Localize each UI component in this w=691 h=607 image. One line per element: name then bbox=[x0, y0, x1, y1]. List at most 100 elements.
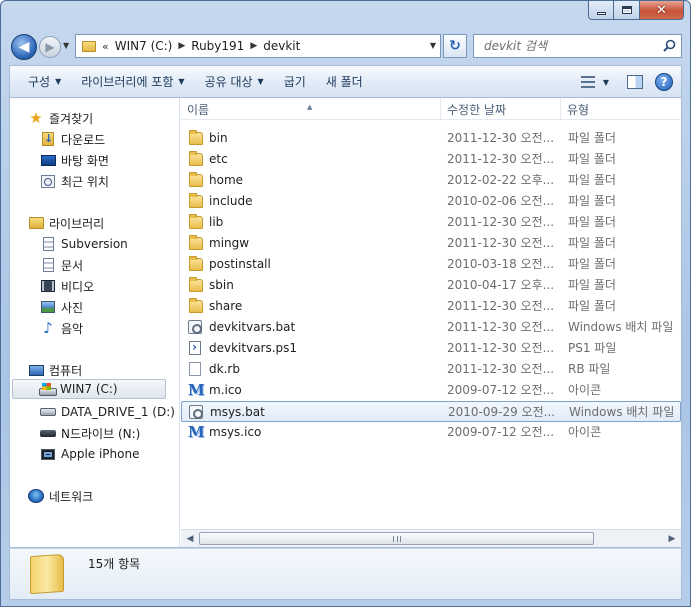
file-row[interactable]: share 2011-12-30 오전... 파일 폴더 bbox=[181, 296, 681, 317]
file-name: devkitvars.ps1 bbox=[209, 341, 298, 355]
breadcrumb-ruby191[interactable]: Ruby191 bbox=[191, 39, 244, 53]
library-icon bbox=[28, 215, 44, 231]
file-date: 2011-12-30 오전... bbox=[447, 299, 555, 313]
column-header-date[interactable]: 수정한 날짜 bbox=[441, 98, 561, 120]
nav-libraries[interactable]: 라이브러리 bbox=[28, 213, 104, 233]
breadcrumb-separator-icon[interactable]: ▶ bbox=[250, 41, 257, 51]
file-row[interactable]: bin 2011-12-30 오전... 파일 폴더 bbox=[181, 128, 681, 149]
include-in-library-menu[interactable]: 라이브러리에 포함 ▼ bbox=[71, 70, 194, 94]
share-with-menu[interactable]: 공유 대상 ▼ bbox=[195, 70, 274, 94]
nav-subversion[interactable]: Subversion bbox=[40, 234, 128, 254]
column-header-name[interactable]: ▲ 이름 bbox=[181, 98, 441, 120]
share-label: 공유 대상 bbox=[204, 75, 253, 89]
scroll-left-icon[interactable]: ◀ bbox=[182, 531, 198, 546]
preview-pane-icon[interactable] bbox=[627, 75, 643, 89]
maximize-button[interactable] bbox=[614, 1, 640, 20]
chevron-down-icon: ▼ bbox=[257, 77, 264, 86]
file-row[interactable]: etc 2011-12-30 오전... 파일 폴더 bbox=[181, 149, 681, 170]
search-icon[interactable] bbox=[663, 39, 676, 52]
horizontal-scrollbar[interactable]: ◀ ▶ bbox=[181, 529, 681, 547]
scrollbar-thumb[interactable] bbox=[199, 532, 594, 545]
file-row[interactable]: sbin 2010-04-17 오후... 파일 폴더 bbox=[181, 275, 681, 296]
nav-apple-iphone[interactable]: Apple iPhone bbox=[40, 444, 139, 464]
nav-pictures[interactable]: 사진 bbox=[40, 297, 83, 317]
nav-drive-d[interactable]: DATA_DRIVE_1 (D:) bbox=[40, 402, 175, 422]
file-name: etc bbox=[209, 152, 228, 166]
nav-documents[interactable]: 문서 bbox=[40, 255, 83, 275]
file-name: devkitvars.bat bbox=[209, 320, 296, 334]
nav-drive-n[interactable]: N드라이브 (N:) bbox=[40, 423, 140, 443]
nav-downloads[interactable]: 다운로드 bbox=[40, 129, 105, 149]
file-row[interactable]: lib 2011-12-30 오전... 파일 폴더 bbox=[181, 212, 681, 233]
nav-recent-places[interactable]: 최근 위치 bbox=[40, 171, 109, 191]
file-type: 파일 폴더 bbox=[568, 257, 616, 271]
address-bar[interactable]: « WIN7 (C:) ▶ Ruby191 ▶ devkit ▼ bbox=[75, 34, 441, 58]
file-row[interactable]: Mm.ico 2009-07-12 오전... 아이콘 bbox=[181, 380, 681, 401]
nav-desktop[interactable]: 바탕 화면 bbox=[40, 150, 109, 170]
file-row[interactable]: Mmsys.ico 2009-07-12 오전... 아이콘 bbox=[181, 422, 681, 443]
command-bar: 구성 ▼ 라이브러리에 포함 ▼ 공유 대상 ▼ 굽기 새 폴더 ▼ ? bbox=[9, 65, 682, 97]
breadcrumb-devkit[interactable]: devkit bbox=[263, 39, 300, 53]
downloads-icon bbox=[40, 131, 56, 147]
refresh-button[interactable]: ↻ bbox=[443, 34, 467, 58]
nav-videos[interactable]: 비디오 bbox=[40, 276, 94, 296]
include-library-label: 라이브러리에 포함 bbox=[81, 75, 174, 89]
item-count: 15개 항목 bbox=[88, 557, 141, 571]
computer-icon bbox=[28, 362, 44, 378]
file-row[interactable]: home 2012-02-22 오후... 파일 폴더 bbox=[181, 170, 681, 191]
folder-icon bbox=[30, 553, 64, 595]
file-date: 2011-12-30 오전... bbox=[447, 320, 555, 334]
batch-file-icon bbox=[189, 405, 205, 420]
file-date: 2011-12-30 오전... bbox=[447, 152, 555, 166]
recent-pages-dropdown[interactable]: ▼ bbox=[63, 41, 69, 50]
nav-libraries-label: 라이브러리 bbox=[49, 216, 105, 231]
file-row[interactable]: mingw 2011-12-30 오전... 파일 폴더 bbox=[181, 233, 681, 254]
file-name: sbin bbox=[209, 278, 234, 292]
folder-icon bbox=[188, 256, 204, 272]
file-name: include bbox=[209, 194, 253, 208]
change-view-button[interactable]: ▼ bbox=[575, 70, 615, 94]
file-type: 파일 폴더 bbox=[568, 299, 616, 313]
nav-music[interactable]: ♪ 음악 bbox=[40, 318, 83, 338]
column-type-label: 유형 bbox=[567, 103, 590, 117]
system-drive-icon bbox=[39, 381, 57, 397]
file-type: 파일 폴더 bbox=[568, 152, 616, 166]
organize-menu[interactable]: 구성 ▼ bbox=[18, 70, 71, 94]
help-icon[interactable]: ? bbox=[655, 73, 673, 91]
organize-label: 구성 bbox=[28, 75, 51, 89]
recent-places-icon bbox=[40, 173, 56, 189]
file-row[interactable]: dk.rb 2011-12-30 오전... RB 파일 bbox=[181, 359, 681, 380]
close-button[interactable]: ✕ bbox=[640, 1, 684, 20]
view-list-icon bbox=[580, 76, 595, 88]
search-input[interactable] bbox=[482, 38, 672, 54]
documents-icon bbox=[40, 257, 56, 273]
network-drive-icon bbox=[40, 425, 56, 441]
nav-favorites[interactable]: ★ 즐겨찾기 bbox=[28, 108, 93, 128]
file-row[interactable]: msys.bat 2010-09-29 오전... Windows 배치 파일 bbox=[181, 401, 681, 422]
back-button[interactable]: ◀ bbox=[11, 34, 37, 60]
file-row[interactable]: devkitvars.bat 2011-12-30 오전... Windows 배치… bbox=[181, 317, 681, 338]
search-box[interactable] bbox=[473, 34, 682, 58]
breadcrumb-separator-icon[interactable]: ▶ bbox=[178, 41, 185, 51]
content-area: ★즐겨찾기 다운로드 바탕 화면 최근 위치 라이브러리 Subversion … bbox=[9, 97, 682, 548]
nav-drive-c[interactable]: WIN7 (C:) bbox=[12, 379, 166, 399]
file-row[interactable]: devkitvars.ps1 2011-12-30 오전... PS1 파일 bbox=[181, 338, 681, 359]
address-overflow-chevron[interactable]: « bbox=[102, 40, 109, 53]
forward-button[interactable]: ▶ bbox=[39, 36, 61, 58]
burn-button[interactable]: 굽기 bbox=[274, 70, 316, 94]
minimize-button[interactable] bbox=[588, 1, 614, 20]
nav-network[interactable]: 네트워크 bbox=[28, 486, 93, 506]
scroll-right-icon[interactable]: ▶ bbox=[664, 531, 680, 546]
address-history-dropdown[interactable]: ▼ bbox=[430, 41, 436, 50]
new-folder-button[interactable]: 새 폴더 bbox=[316, 70, 373, 94]
breadcrumb-drive[interactable]: WIN7 (C:) bbox=[115, 39, 173, 53]
file-row[interactable]: include 2010-02-06 오전... 파일 폴더 bbox=[181, 191, 681, 212]
column-header-type[interactable]: 유형 bbox=[561, 98, 681, 120]
folder-icon bbox=[188, 151, 204, 167]
back-arrow-icon: ◀ bbox=[18, 39, 30, 55]
file-date: 2011-12-30 오전... bbox=[447, 362, 555, 376]
close-icon: ✕ bbox=[656, 2, 667, 18]
nav-computer[interactable]: 컴퓨터 bbox=[28, 360, 82, 380]
chevron-down-icon: ▼ bbox=[178, 77, 185, 86]
file-row[interactable]: postinstall 2010-03-18 오전... 파일 폴더 bbox=[181, 254, 681, 275]
